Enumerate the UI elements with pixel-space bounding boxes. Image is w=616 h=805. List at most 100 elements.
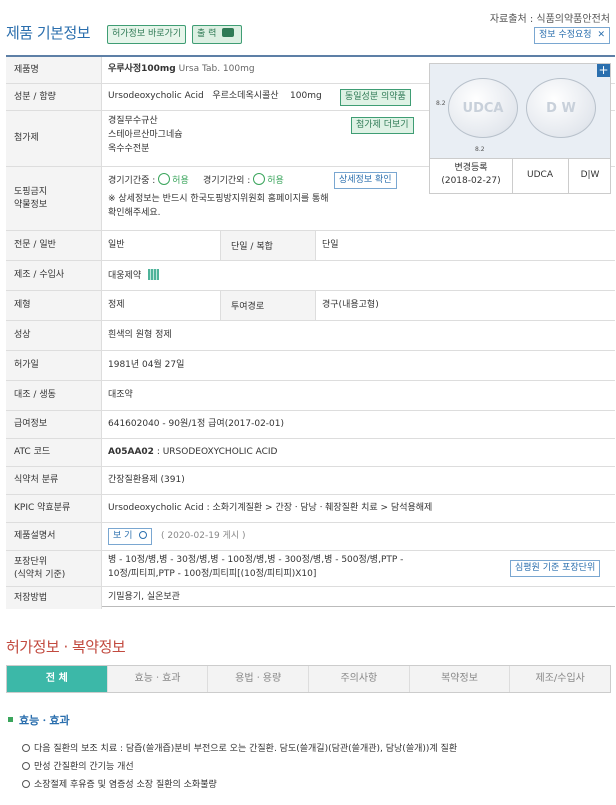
row-label: 첨가제: [6, 111, 102, 166]
efficacy-item: 소장절제 후유증 및 염증성 소장 질환의 소화불량: [22, 777, 217, 790]
tab-dosage[interactable]: 용법ㆍ용량: [208, 666, 310, 692]
row-label: 제품명: [6, 57, 102, 83]
row-label: 저장방법: [6, 587, 102, 609]
reference-value: 대조약: [108, 390, 133, 400]
route-value: 경구(내용고형): [322, 300, 379, 310]
doping-label-1: 도핑금지: [14, 187, 48, 198]
additive-list: 경질무수규산 스테아르산마그네슘 옥수수전분: [108, 115, 183, 157]
benefit-value: 641602040 - 90원/1정 급여(2017-02-01): [108, 419, 285, 429]
row-label: ATC 코드: [6, 439, 102, 466]
doping-note: ※ 상세정보는 반드시 한국도핑방지위원회 홈페이지를 통해 확인해주세요.: [108, 193, 329, 221]
tab-efficacy[interactable]: 효능ㆍ효과: [107, 666, 209, 692]
pill-front: UDCA: [448, 78, 518, 138]
ruler-height-label: 8.2: [436, 100, 446, 107]
doping-status: 경기기간중 : 허용 경기기간외 : 허용: [108, 173, 284, 189]
kpic-value: Ursodeoxycholic Acid : 소화기계질환 > 간장ㆍ담낭ㆍ췌장…: [108, 503, 433, 513]
row-label: 제형: [6, 291, 102, 320]
data-source: 자료출처 : 식품의약품안전처: [489, 14, 610, 25]
permit-date-value: 1981년 04월 27일: [108, 360, 185, 370]
package-label-2: (식약처 기준): [14, 569, 66, 580]
tab-medication-info[interactable]: 복약정보: [409, 666, 511, 692]
package-value: 병 - 10정/병,병 - 30정/병,병 - 100정/병,병 - 300정/…: [108, 554, 403, 582]
single-combo-label: 단일 / 복합: [220, 231, 316, 260]
row-manufacturer: 제조 / 수입사 대웅제약: [6, 261, 615, 291]
tab-all[interactable]: 전 체: [7, 666, 108, 692]
pill-image[interactable]: + UDCA D W 8.2 8.2: [429, 63, 611, 159]
doping-label-2: 약물정보: [14, 199, 48, 210]
doping-out-value: 허용: [267, 176, 284, 186]
row-label: 성분 / 함량: [6, 84, 102, 110]
atc-code: A05AA02: [108, 447, 154, 457]
print-button[interactable]: 출 력: [192, 25, 242, 44]
building-icon[interactable]: [148, 269, 159, 280]
additive-item: 스테아르산마그네슘: [108, 129, 183, 140]
manufacturer-value: 대웅제약: [108, 271, 142, 281]
appearance-value: 흰색의 원형 정제: [108, 330, 172, 340]
row-label: 포장단위 (식약처 기준): [6, 551, 102, 586]
edit-request-label: 정보 수정요청: [539, 30, 592, 40]
leaflet-date: ( 2020-02-19 게시 ): [161, 531, 246, 541]
form-value: 정제: [108, 300, 125, 310]
circle-bullet-icon: [22, 762, 30, 770]
change-date: (2018-02-27): [441, 175, 501, 186]
pill-image-caption: 변경등록 (2018-02-27) UDCA D|W: [429, 158, 611, 194]
tab-manufacturer[interactable]: 제조/수입사: [510, 666, 611, 692]
product-name: 우루사정100mg Ursa Tab. 100mg: [108, 63, 255, 77]
leaflet-view-label: 보 기: [113, 531, 133, 541]
ingredient-value: Ursodeoxycholic Acid 우르소데옥시콜산 100mg: [108, 91, 322, 101]
hira-package-button[interactable]: 심평원 기준 포장단위: [510, 560, 601, 577]
zoom-plus-icon[interactable]: +: [597, 64, 610, 77]
package-line: 10정/피티피,PTP - 100정/피티피[(10정/피티피)X10]: [108, 568, 317, 579]
change-label: 변경등록: [454, 163, 488, 173]
row-label: 급여정보: [6, 411, 102, 438]
additive-item: 옥수수전분: [108, 143, 150, 154]
row-label: 제조 / 수입사: [6, 261, 102, 290]
print-label: 출 력: [197, 29, 217, 39]
row-atc: ATC 코드 A05AA02 : URSODEOXYCHOLIC ACID: [6, 439, 615, 467]
allowed-circle-icon: [158, 173, 171, 185]
doping-detail-button[interactable]: 상세정보 확인: [334, 172, 397, 189]
row-label: 성상: [6, 321, 102, 350]
single-combo-value: 단일: [322, 240, 339, 250]
doping-note-line: ※ 상세정보는 반드시 한국도핑방지위원회 홈페이지를 통해: [108, 194, 329, 204]
section-title: 허가정보 · 복약정보: [6, 638, 126, 656]
change-registration: 변경등록 (2018-02-27): [430, 162, 512, 187]
tab-precautions[interactable]: 주의사항: [309, 666, 410, 692]
leaflet-view-button[interactable]: 보 기: [108, 528, 153, 545]
allowed-circle-icon: [253, 173, 266, 185]
package-line: 병 - 10정/병,병 - 30정/병,병 - 100정/병,병 - 300정/…: [108, 555, 404, 565]
bullet-square-icon: [8, 717, 13, 722]
row-label: 제품설명서: [6, 523, 102, 550]
row-label: 전문 / 일반: [6, 231, 102, 260]
row-label: KPIC 약효분류: [6, 495, 102, 522]
circle-bullet-icon: [22, 780, 30, 788]
product-name-kr: 우루사정100mg: [108, 64, 176, 74]
row-label: 허가일: [6, 351, 102, 380]
mark-back: D|W: [580, 170, 600, 180]
ruler-width-label: 8.2: [475, 146, 485, 153]
additive-more-button[interactable]: 첨가제 더보기: [351, 117, 414, 134]
row-storage: 저장방법 기밀용기, 실온보관: [6, 587, 615, 609]
row-label: 도핑금지 약물정보: [6, 167, 102, 230]
efficacy-item: 만성 간질환의 간기능 개선: [22, 759, 134, 772]
same-ingredient-button[interactable]: 동일성분 의약품: [340, 89, 411, 106]
efficacy-heading-label: 효능ㆍ효과: [19, 714, 70, 727]
efficacy-item-text: 다음 질환의 보조 치료 : 담즙(쓸개즙)분비 부전으로 오는 간질환. 담도…: [34, 744, 458, 754]
search-icon: [139, 531, 148, 539]
efficacy-item-text: 만성 간질환의 간기능 개선: [34, 762, 134, 772]
atc-value: A05AA02 : URSODEOXYCHOLIC ACID: [108, 446, 277, 460]
package-label-1: 포장단위: [14, 557, 48, 568]
efficacy-heading: 효능ㆍ효과: [8, 712, 70, 728]
printer-icon: [222, 28, 235, 37]
doping-out-label: 경기기간외 :: [203, 176, 251, 186]
permit-shortcut-button[interactable]: 허가정보 바로가기: [107, 25, 187, 44]
page-title: 제품 기본정보: [6, 24, 91, 42]
row-leaflet: 제품설명서 보 기 ( 2020-02-19 게시 ): [6, 523, 615, 551]
edit-request-button[interactable]: 정보 수정요청 ✕: [534, 27, 610, 44]
row-permit-date: 허가일 1981년 04월 27일: [6, 351, 615, 381]
specialty-value: 일반: [108, 240, 125, 250]
row-form: 제형 정제 투여경로 경구(내용고형): [6, 291, 615, 321]
row-package: 포장단위 (식약처 기준) 병 - 10정/병,병 - 30정/병,병 - 100…: [6, 551, 615, 587]
row-benefit: 급여정보 641602040 - 90원/1정 급여(2017-02-01): [6, 411, 615, 439]
route-label: 투여경로: [220, 291, 316, 320]
